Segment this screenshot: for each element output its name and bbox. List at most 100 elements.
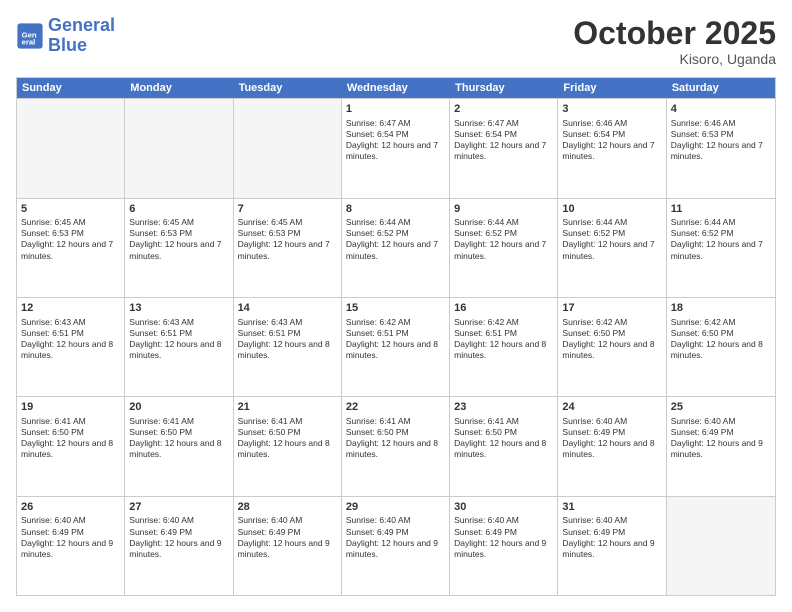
day-info: Sunrise: 6:40 AMSunset: 6:49 PMDaylight:… xyxy=(238,515,337,559)
day-info: Sunrise: 6:46 AMSunset: 6:53 PMDaylight:… xyxy=(671,118,771,162)
calendar-cell: 3Sunrise: 6:46 AMSunset: 6:54 PMDaylight… xyxy=(558,99,666,197)
logo-icon: Gen eral xyxy=(16,22,44,50)
day-number: 11 xyxy=(671,202,771,217)
day-info: Sunrise: 6:40 AMSunset: 6:49 PMDaylight:… xyxy=(454,515,553,559)
calendar-cell: 19Sunrise: 6:41 AMSunset: 6:50 PMDayligh… xyxy=(17,397,125,495)
calendar-row: 1Sunrise: 6:47 AMSunset: 6:54 PMDaylight… xyxy=(17,98,775,197)
day-number: 20 xyxy=(129,400,228,415)
day-number: 31 xyxy=(562,500,661,515)
day-info: Sunrise: 6:45 AMSunset: 6:53 PMDaylight:… xyxy=(129,217,228,261)
calendar-cell: 1Sunrise: 6:47 AMSunset: 6:54 PMDaylight… xyxy=(342,99,450,197)
calendar-body: 1Sunrise: 6:47 AMSunset: 6:54 PMDaylight… xyxy=(17,98,775,595)
day-info: Sunrise: 6:40 AMSunset: 6:49 PMDaylight:… xyxy=(562,515,661,559)
calendar-cell: 13Sunrise: 6:43 AMSunset: 6:51 PMDayligh… xyxy=(125,298,233,396)
calendar-row: 19Sunrise: 6:41 AMSunset: 6:50 PMDayligh… xyxy=(17,396,775,495)
day-info: Sunrise: 6:43 AMSunset: 6:51 PMDaylight:… xyxy=(238,317,337,361)
day-info: Sunrise: 6:43 AMSunset: 6:51 PMDaylight:… xyxy=(21,317,120,361)
day-number: 9 xyxy=(454,202,553,217)
day-number: 29 xyxy=(346,500,445,515)
month-title: October 2025 xyxy=(573,16,776,51)
weekday-header: Thursday xyxy=(450,78,558,98)
day-number: 30 xyxy=(454,500,553,515)
day-number: 2 xyxy=(454,102,553,117)
day-info: Sunrise: 6:42 AMSunset: 6:51 PMDaylight:… xyxy=(346,317,445,361)
day-number: 13 xyxy=(129,301,228,316)
day-number: 8 xyxy=(346,202,445,217)
day-info: Sunrise: 6:42 AMSunset: 6:51 PMDaylight:… xyxy=(454,317,553,361)
day-info: Sunrise: 6:44 AMSunset: 6:52 PMDaylight:… xyxy=(671,217,771,261)
calendar-cell: 27Sunrise: 6:40 AMSunset: 6:49 PMDayligh… xyxy=(125,497,233,595)
logo-text: General Blue xyxy=(48,16,115,56)
day-number: 27 xyxy=(129,500,228,515)
calendar-cell: 23Sunrise: 6:41 AMSunset: 6:50 PMDayligh… xyxy=(450,397,558,495)
day-number: 16 xyxy=(454,301,553,316)
day-info: Sunrise: 6:45 AMSunset: 6:53 PMDaylight:… xyxy=(238,217,337,261)
calendar-cell: 15Sunrise: 6:42 AMSunset: 6:51 PMDayligh… xyxy=(342,298,450,396)
day-info: Sunrise: 6:44 AMSunset: 6:52 PMDaylight:… xyxy=(562,217,661,261)
day-number: 26 xyxy=(21,500,120,515)
day-info: Sunrise: 6:47 AMSunset: 6:54 PMDaylight:… xyxy=(454,118,553,162)
calendar-cell: 17Sunrise: 6:42 AMSunset: 6:50 PMDayligh… xyxy=(558,298,666,396)
calendar-cell xyxy=(17,99,125,197)
day-number: 5 xyxy=(21,202,120,217)
logo-general: General xyxy=(48,15,115,35)
calendar-cell: 2Sunrise: 6:47 AMSunset: 6:54 PMDaylight… xyxy=(450,99,558,197)
day-number: 12 xyxy=(21,301,120,316)
day-number: 4 xyxy=(671,102,771,117)
day-info: Sunrise: 6:42 AMSunset: 6:50 PMDaylight:… xyxy=(562,317,661,361)
day-info: Sunrise: 6:47 AMSunset: 6:54 PMDaylight:… xyxy=(346,118,445,162)
weekday-header: Monday xyxy=(125,78,233,98)
day-number: 3 xyxy=(562,102,661,117)
day-info: Sunrise: 6:46 AMSunset: 6:54 PMDaylight:… xyxy=(562,118,661,162)
calendar-cell: 28Sunrise: 6:40 AMSunset: 6:49 PMDayligh… xyxy=(234,497,342,595)
calendar-cell: 11Sunrise: 6:44 AMSunset: 6:52 PMDayligh… xyxy=(667,199,775,297)
day-number: 14 xyxy=(238,301,337,316)
calendar-cell: 9Sunrise: 6:44 AMSunset: 6:52 PMDaylight… xyxy=(450,199,558,297)
calendar-cell: 16Sunrise: 6:42 AMSunset: 6:51 PMDayligh… xyxy=(450,298,558,396)
day-number: 7 xyxy=(238,202,337,217)
calendar-cell xyxy=(234,99,342,197)
calendar-header: SundayMondayTuesdayWednesdayThursdayFrid… xyxy=(17,78,775,98)
day-info: Sunrise: 6:40 AMSunset: 6:49 PMDaylight:… xyxy=(671,416,771,460)
calendar-cell: 10Sunrise: 6:44 AMSunset: 6:52 PMDayligh… xyxy=(558,199,666,297)
day-number: 25 xyxy=(671,400,771,415)
day-number: 18 xyxy=(671,301,771,316)
weekday-header: Friday xyxy=(558,78,666,98)
calendar-cell: 30Sunrise: 6:40 AMSunset: 6:49 PMDayligh… xyxy=(450,497,558,595)
calendar-cell: 4Sunrise: 6:46 AMSunset: 6:53 PMDaylight… xyxy=(667,99,775,197)
calendar-cell: 5Sunrise: 6:45 AMSunset: 6:53 PMDaylight… xyxy=(17,199,125,297)
day-info: Sunrise: 6:44 AMSunset: 6:52 PMDaylight:… xyxy=(346,217,445,261)
weekday-header: Tuesday xyxy=(234,78,342,98)
day-number: 19 xyxy=(21,400,120,415)
day-info: Sunrise: 6:42 AMSunset: 6:50 PMDaylight:… xyxy=(671,317,771,361)
weekday-header: Sunday xyxy=(17,78,125,98)
calendar-cell: 6Sunrise: 6:45 AMSunset: 6:53 PMDaylight… xyxy=(125,199,233,297)
day-info: Sunrise: 6:41 AMSunset: 6:50 PMDaylight:… xyxy=(238,416,337,460)
day-info: Sunrise: 6:41 AMSunset: 6:50 PMDaylight:… xyxy=(454,416,553,460)
weekday-header: Saturday xyxy=(667,78,775,98)
calendar-cell: 18Sunrise: 6:42 AMSunset: 6:50 PMDayligh… xyxy=(667,298,775,396)
calendar-cell: 12Sunrise: 6:43 AMSunset: 6:51 PMDayligh… xyxy=(17,298,125,396)
calendar-row: 26 Sunrise: 6:40 AMSunset: 6:49 PMDayligh… xyxy=(17,496,775,595)
day-info: Sunrise: 6:41 AMSunset: 6:50 PMDaylight:… xyxy=(346,416,445,460)
day-info: Sunrise: 6:44 AMSunset: 6:52 PMDaylight:… xyxy=(454,217,553,261)
calendar-cell: 20Sunrise: 6:41 AMSunset: 6:50 PMDayligh… xyxy=(125,397,233,495)
logo-blue: Blue xyxy=(48,35,87,55)
day-info: Sunrise: 6:40 AMSunset: 6:49 PMDaylight:… xyxy=(562,416,661,460)
day-number: 24 xyxy=(562,400,661,415)
calendar-cell: 29Sunrise: 6:40 AMSunset: 6:49 PMDayligh… xyxy=(342,497,450,595)
day-number: 6 xyxy=(129,202,228,217)
day-number: 21 xyxy=(238,400,337,415)
logo: Gen eral General Blue xyxy=(16,16,115,56)
calendar-cell xyxy=(125,99,233,197)
day-info: Sunrise: 6:41 AMSunset: 6:50 PMDaylight:… xyxy=(21,416,120,460)
calendar-cell: 24Sunrise: 6:40 AMSunset: 6:49 PMDayligh… xyxy=(558,397,666,495)
calendar-cell: 22Sunrise: 6:41 AMSunset: 6:50 PMDayligh… xyxy=(342,397,450,495)
calendar-cell xyxy=(667,497,775,595)
day-info: Sunrise: 6:45 AMSunset: 6:53 PMDaylight:… xyxy=(21,217,120,261)
calendar: SundayMondayTuesdayWednesdayThursdayFrid… xyxy=(16,77,776,596)
day-info: Sunrise: 6:43 AMSunset: 6:51 PMDaylight:… xyxy=(129,317,228,361)
day-number: 10 xyxy=(562,202,661,217)
calendar-cell: 7Sunrise: 6:45 AMSunset: 6:53 PMDaylight… xyxy=(234,199,342,297)
day-number: 17 xyxy=(562,301,661,316)
